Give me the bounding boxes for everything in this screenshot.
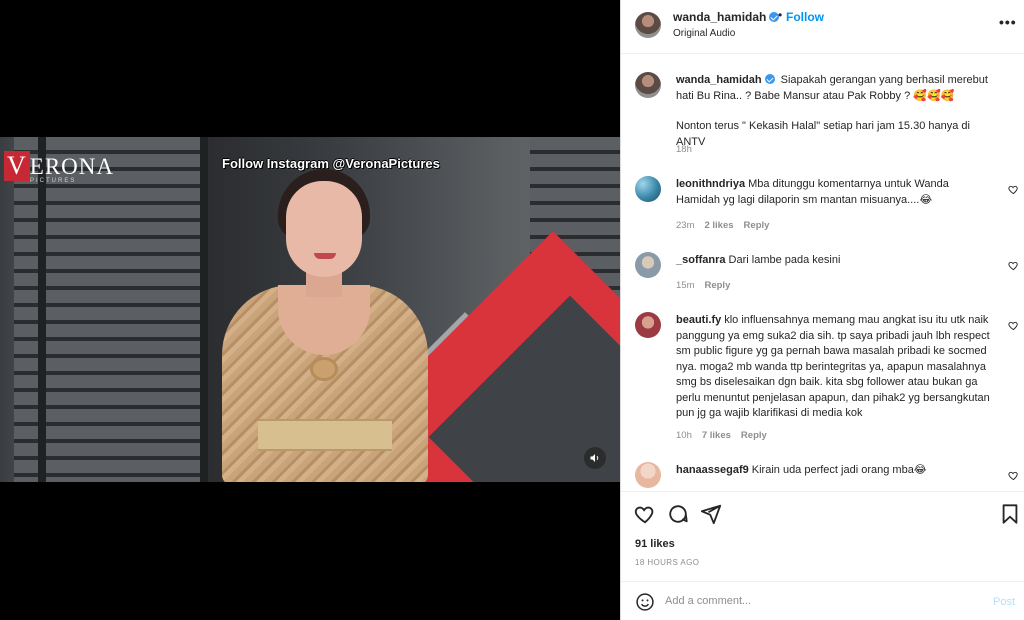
comment-username[interactable]: hanaassegaf9 [676, 464, 749, 476]
avatar[interactable] [635, 252, 661, 278]
comment-text: hanaassegaf9 Kirain uda perfect jadi oran… [676, 463, 994, 479]
comment-text: beauti.fy klo influensahnya memang mau an… [676, 313, 994, 422]
background-post [200, 137, 208, 482]
reply-button[interactable]: Reply [744, 220, 770, 231]
separator-dot: • [778, 8, 783, 22]
comment-username[interactable]: beauti.fy [676, 314, 721, 326]
reply-button[interactable]: Reply [741, 430, 767, 441]
video-player[interactable]: V ERONA PICTURES Follow Instagram @Veron… [0, 137, 620, 482]
post-header: wanda_hamidah • Follow Original Audio ••… [621, 0, 1024, 54]
audio-label[interactable]: Original Audio [673, 28, 735, 39]
avatar[interactable] [635, 72, 661, 98]
comment-username[interactable]: leonithndriya [676, 178, 745, 190]
post-side-panel: wanda_hamidah • Follow Original Audio ••… [620, 0, 1024, 620]
verified-badge-icon [764, 74, 775, 84]
post-actions: 91 likes 18 HOURS AGO [621, 491, 1024, 579]
avatar[interactable] [635, 12, 661, 38]
post-media[interactable]: V ERONA PICTURES Follow Instagram @Veron… [0, 0, 620, 620]
comment-meta: 15m Reply [676, 280, 730, 291]
caption-meta: 18h [676, 144, 692, 155]
comment-time[interactable]: 10h [676, 430, 692, 441]
likes-count[interactable]: 91 likes [635, 538, 675, 550]
comment-time[interactable]: 23m [676, 220, 694, 231]
caption-time[interactable]: 18h [676, 144, 692, 155]
comment-likes[interactable]: 2 likes [704, 220, 733, 231]
caption-text: wanda_hamidah Siapakah gerangan yang ber… [676, 73, 994, 150]
video-overlay-caption: Follow Instagram @VeronaPictures [222, 156, 440, 171]
author-username-text[interactable]: wanda_hamidah [673, 10, 766, 24]
avatar[interactable] [635, 312, 661, 338]
comment-time[interactable]: 15m [676, 280, 694, 291]
comment-meta: 23m 2 likes Reply [676, 220, 769, 231]
like-comment-heart-icon[interactable] [1008, 320, 1019, 331]
comment-text: leonithndriya Mba ditunggu komentarnya un… [676, 177, 994, 208]
caption-username-text[interactable]: wanda_hamidah [676, 74, 762, 86]
author-username[interactable]: wanda_hamidah [673, 10, 780, 24]
comment-bubble-icon[interactable] [667, 503, 689, 525]
caption-line-2: Nonton terus " Kekasih Halal" setiap har… [676, 120, 970, 148]
like-comment-heart-icon[interactable] [1008, 184, 1019, 195]
comment-meta: 10h 7 likes Reply [676, 430, 767, 441]
like-comment-heart-icon[interactable] [1008, 260, 1019, 271]
post-timestamp[interactable]: 18 HOURS AGO [635, 558, 699, 567]
background-post [38, 137, 46, 482]
emoji-icon[interactable] [635, 592, 655, 612]
verona-logo-sub: PICTURES [30, 178, 77, 184]
lips [314, 253, 336, 259]
comment-composer: Post [621, 581, 1024, 620]
share-send-icon[interactable] [700, 503, 722, 525]
follow-button[interactable]: Follow [786, 10, 824, 24]
video-person [210, 167, 440, 482]
caption-username[interactable]: wanda_hamidah [676, 74, 775, 86]
like-comment-heart-icon[interactable] [1008, 470, 1019, 481]
reply-button[interactable]: Reply [704, 280, 730, 291]
face [286, 181, 362, 277]
speaker-icon [590, 454, 599, 462]
post-comment-button[interactable]: Post [993, 596, 1015, 608]
comment-body: Kirain uda perfect jadi orang mba😂 [751, 464, 927, 476]
verona-logo-letter: V [4, 151, 30, 181]
verona-logo: V ERONA [4, 151, 114, 181]
avatar[interactable] [635, 462, 661, 488]
comments-list[interactable]: wanda_hamidah Siapakah gerangan yang ber… [621, 54, 1024, 491]
comment-text: _soffanra Dari lambe pada kesini [676, 253, 994, 269]
comment-input[interactable] [665, 590, 965, 612]
more-options-icon[interactable]: ••• [999, 14, 1017, 30]
audio-toggle-button[interactable] [584, 447, 606, 469]
comment-likes[interactable]: 7 likes [702, 430, 731, 441]
brooch [310, 357, 338, 381]
save-bookmark-icon[interactable] [999, 503, 1021, 525]
avatar[interactable] [635, 176, 661, 202]
like-heart-icon[interactable] [634, 503, 656, 525]
comment-body: Dari lambe pada kesini [728, 254, 841, 266]
comment-body: klo influensahnya memang mau angkat isu … [676, 314, 990, 419]
verona-logo-text: ERONA [29, 154, 115, 179]
sash [258, 419, 392, 451]
comment-username[interactable]: _soffanra [676, 254, 726, 266]
